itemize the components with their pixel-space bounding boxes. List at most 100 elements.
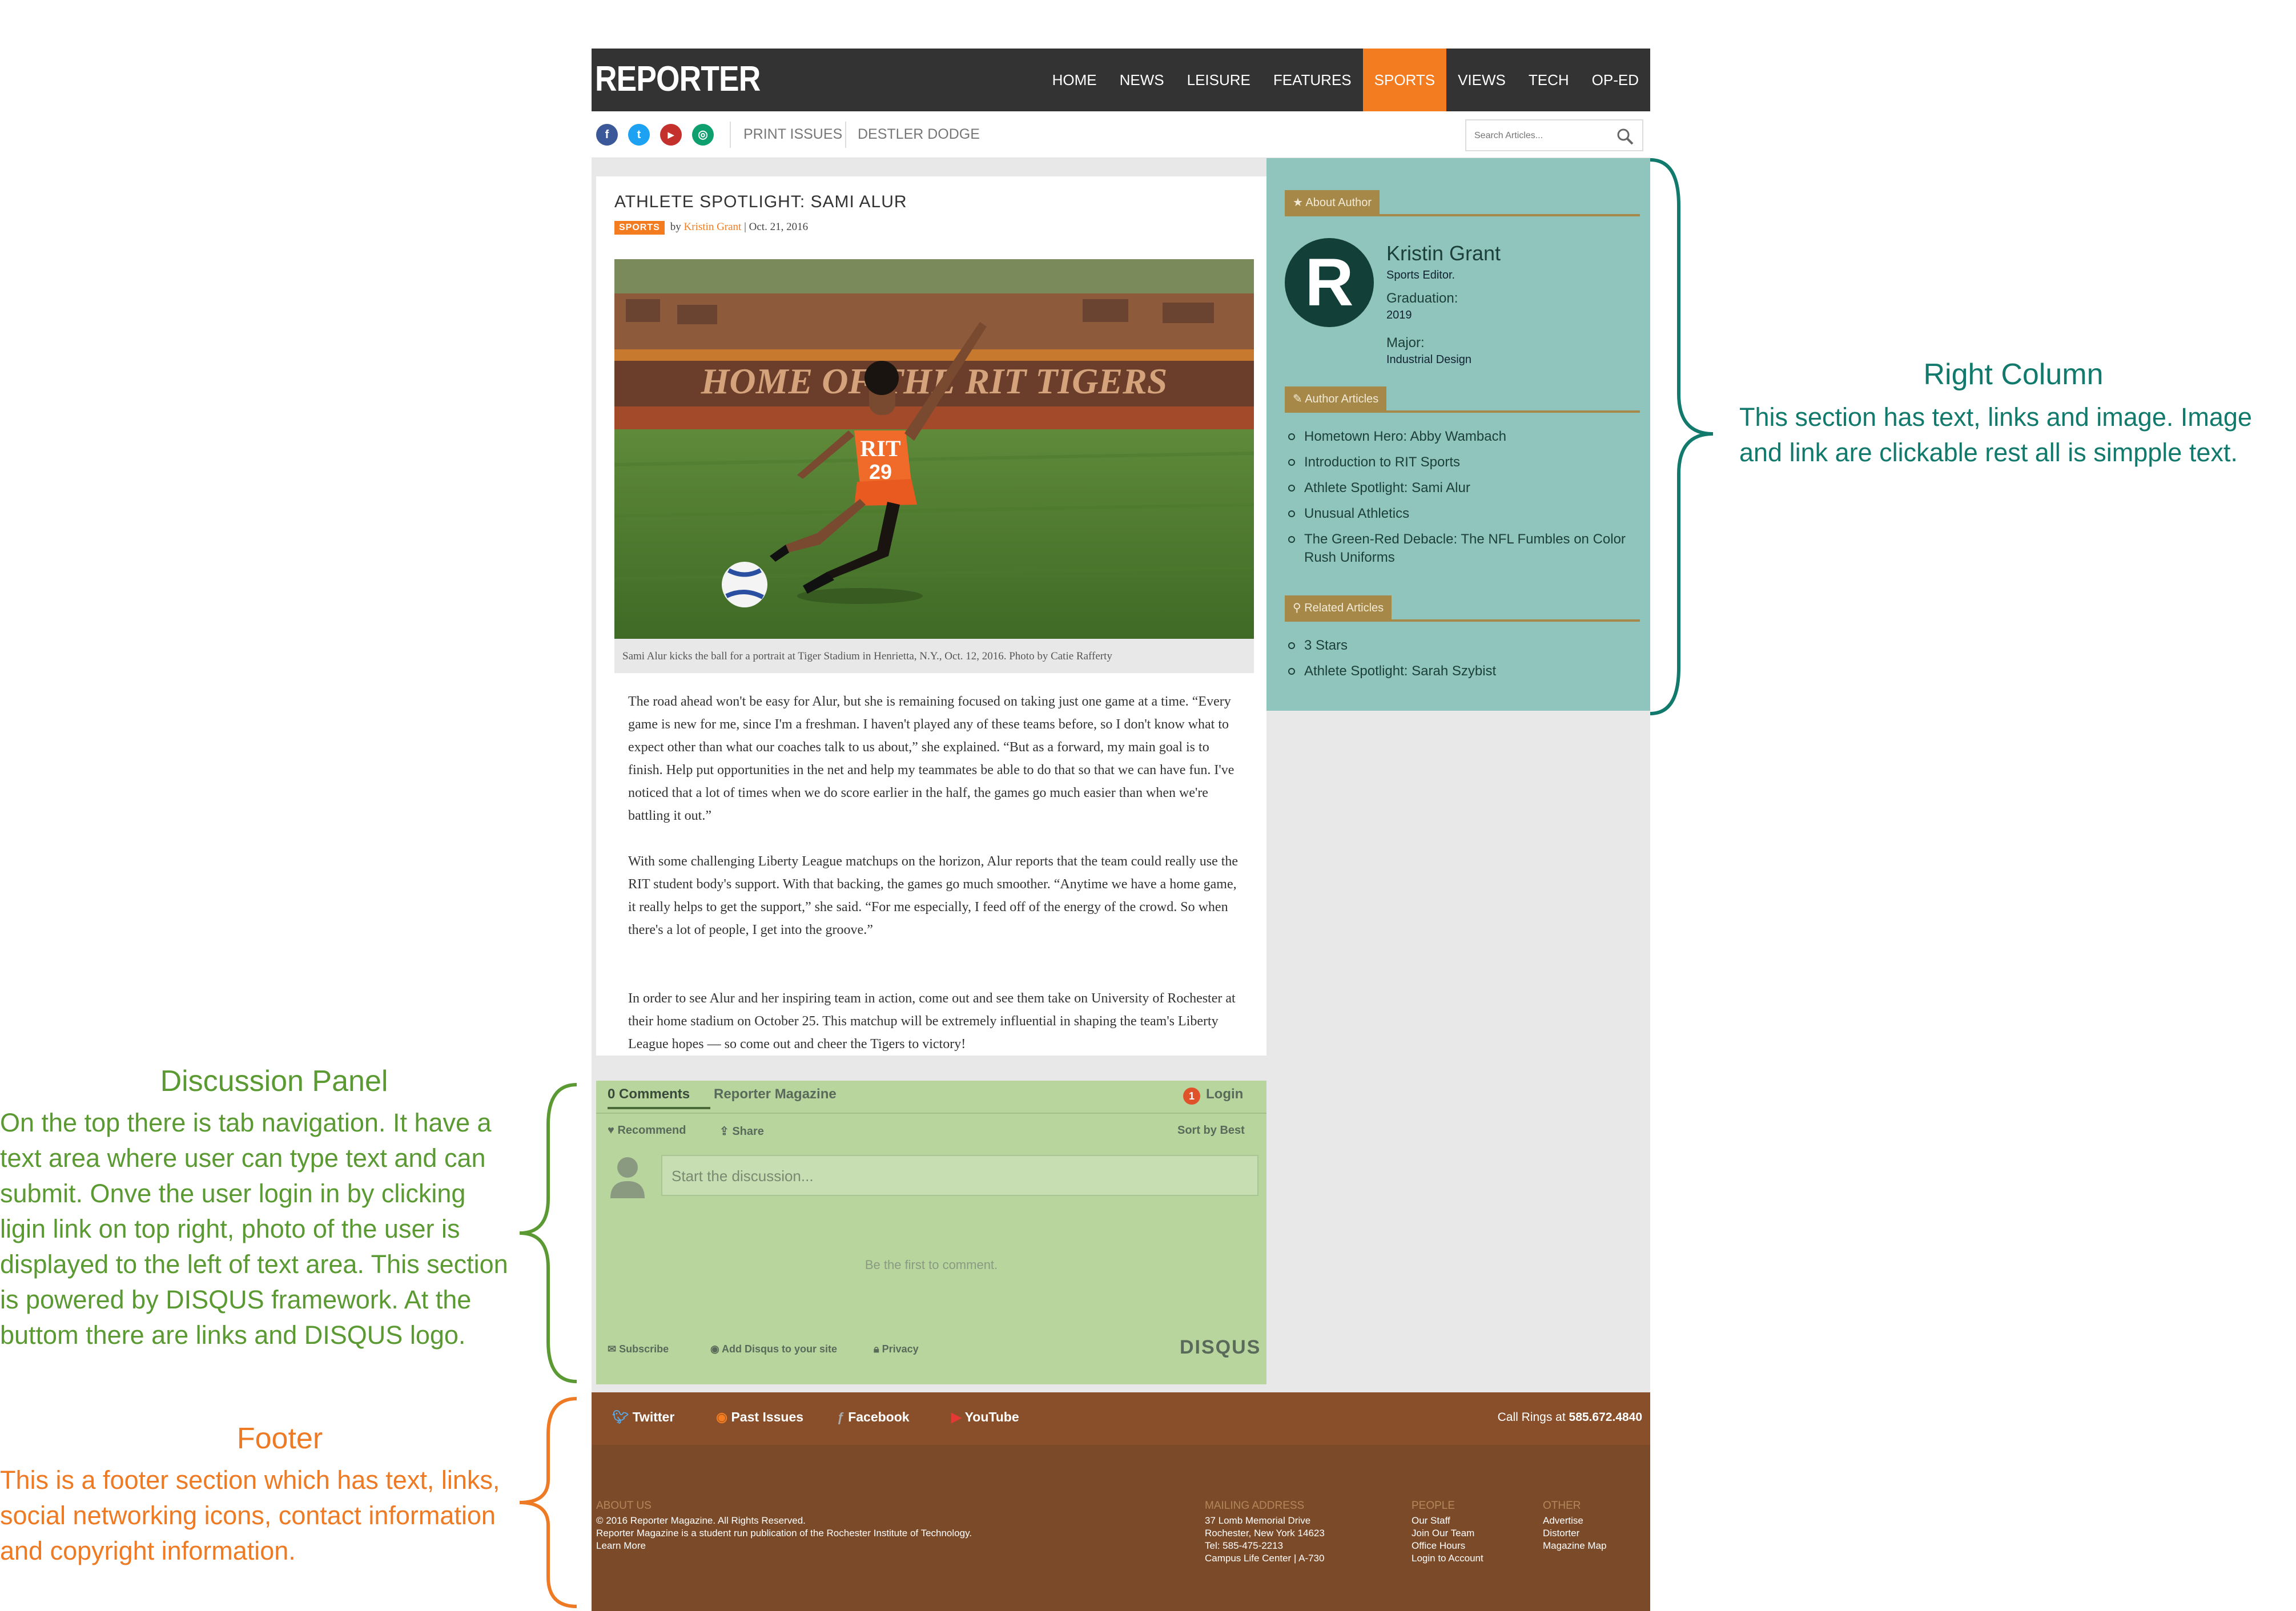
category-badge[interactable]: SPORTS (614, 221, 665, 235)
star-icon: ★ (1293, 196, 1306, 209)
right-column: ★ About Author R Kristin Grant Sports Ed… (1266, 158, 1650, 711)
comment-placeholder: Start the discussion... (671, 1167, 814, 1185)
other-link[interactable]: Distorter (1543, 1527, 1579, 1540)
sort-dropdown[interactable]: Sort by Best (1177, 1124, 1245, 1137)
footer-facebook-link[interactable]: ƒ Facebook (837, 1409, 910, 1425)
pencil-icon: ✎ (1293, 393, 1305, 405)
active-tab-indicator (608, 1107, 710, 1109)
section-divider (1285, 214, 1640, 216)
photo-caption: Sami Alur kicks the ball for a portrait … (614, 639, 1254, 673)
graduation-value: 2019 (1386, 309, 1412, 321)
facebook-icon: ƒ (837, 1409, 849, 1424)
section-divider (1285, 410, 1640, 413)
about-author-tab: ★ About Author (1285, 190, 1380, 215)
add-disqus-link[interactable]: ◉ Add Disqus to your site (710, 1343, 837, 1355)
nav-views[interactable]: VIEWS (1446, 49, 1517, 111)
author-avatar[interactable]: R (1285, 238, 1374, 327)
nav-tech[interactable]: TECH (1517, 49, 1581, 111)
other-link[interactable]: Advertise (1543, 1515, 1583, 1527)
footer-past-issues-link[interactable]: ◉ Past Issues (716, 1409, 803, 1425)
learn-more-link[interactable]: Learn More (596, 1540, 646, 1552)
divider (730, 122, 731, 148)
rss-icon: ◉ (716, 1409, 731, 1424)
author-article-link[interactable]: Introduction to RIT Sports (1304, 453, 1460, 472)
people-link[interactable]: Office Hours (1412, 1540, 1465, 1552)
right-column-annotation-line: and link are clickable rest all is simpp… (1739, 438, 2238, 467)
discussion-annotation-title: Discussion Panel (160, 1065, 388, 1098)
about-text: Reporter Magazine is a student run publi… (596, 1528, 972, 1538)
article-photo: HOME OF THE RIT TIGERS RIT 29 (614, 259, 1254, 639)
search-input[interactable] (1474, 128, 1611, 143)
share-icon: ⇪ (719, 1125, 733, 1138)
related-article-link[interactable]: Athlete Spotlight: Sarah Szybist (1304, 662, 1496, 680)
mailing-heading: MAILING ADDRESS (1205, 1500, 1305, 1512)
discussion-annotation-line: submit. Onve the user login in by clicki… (0, 1179, 466, 1208)
footer-twitter-link[interactable]: 🐦︎ Twitter (612, 1409, 674, 1425)
youtube-icon: ▶ (951, 1409, 965, 1424)
instagram-icon[interactable]: ◎ (692, 124, 714, 146)
soccer-player-photo: HOME OF THE RIT TIGERS RIT 29 (614, 259, 1254, 639)
address-line: Rochester, New York 14623 (1205, 1528, 1325, 1538)
article-paragraph: With some challenging Liberty League mat… (628, 854, 1239, 937)
nav-leisure[interactable]: LEISURE (1176, 49, 1262, 111)
facebook-icon[interactable]: f (596, 124, 618, 146)
footer-annotation-title: Footer (236, 1422, 323, 1455)
author-name: Kristin Grant (1386, 241, 1501, 265)
twitter-icon: 🐦︎ (612, 1409, 633, 1424)
comment-textarea[interactable]: Start the discussion... (661, 1155, 1258, 1196)
contact-phone: Call Rings at 585.672.4840 (1497, 1411, 1642, 1424)
youtube-icon[interactable]: ▶ (660, 124, 682, 146)
right-column-brace (1650, 158, 1714, 715)
top-navigation-bar: REPORTER HOME NEWS LEISURE FEATURES SPOR… (592, 49, 1650, 111)
author-article-link[interactable]: Hometown Hero: Abby Wambach (1304, 428, 1506, 446)
author-link[interactable]: Kristin Grant (684, 221, 742, 233)
lock-icon: 🔒︎ (874, 1343, 882, 1355)
nav-news[interactable]: NEWS (1108, 49, 1176, 111)
author-articles-tab: ✎ Author Articles (1285, 386, 1387, 412)
destler-dodge-link[interactable]: DESTLER DODGE (858, 126, 980, 143)
subscribe-link[interactable]: ✉ Subscribe (608, 1343, 669, 1355)
major-value: Industrial Design (1386, 353, 1471, 366)
major-label: Major: (1386, 335, 1425, 351)
recommend-button[interactable]: ♥ Recommend (608, 1124, 686, 1137)
right-column-annotation-line: This section has text, links and image. … (1739, 402, 2252, 432)
site-logo[interactable]: REPORTER (595, 59, 761, 99)
people-link[interactable]: Login to Account (1412, 1552, 1483, 1565)
author-article-link[interactable]: Athlete Spotlight: Sami Alur (1304, 479, 1470, 497)
nav-home[interactable]: HOME (1041, 49, 1108, 111)
nav-features[interactable]: FEATURES (1262, 49, 1363, 111)
tab-community[interactable]: Reporter Magazine (714, 1086, 837, 1102)
author-article-link[interactable]: Unusual Athletics (1304, 505, 1409, 523)
divider (845, 122, 846, 148)
disqus-icon: ◉ (710, 1343, 722, 1355)
author-article-link[interactable]: The Green-Red Debacle: The NFL Fumbles o… (1304, 530, 1647, 567)
share-button[interactable]: ⇪ Share (719, 1124, 764, 1138)
twitter-icon[interactable]: t (628, 124, 650, 146)
related-article-link[interactable]: 3 Stars (1304, 637, 1348, 655)
people-heading: PEOPLE (1412, 1500, 1455, 1512)
nav-op-ed[interactable]: OP-ED (1581, 49, 1650, 111)
discussion-annotation-line: ligin link on top right, photo of the us… (0, 1214, 460, 1243)
other-link[interactable]: Magazine Map (1543, 1540, 1607, 1552)
link-icon: ⚲ (1293, 602, 1305, 614)
author-role: Sports Editor. (1386, 269, 1455, 281)
notification-badge[interactable]: 1 (1183, 1088, 1200, 1105)
people-link[interactable]: Join Our Team (1412, 1527, 1474, 1540)
nav-sports[interactable]: SPORTS (1362, 49, 1447, 111)
privacy-link[interactable]: 🔒︎ Privacy (874, 1343, 919, 1355)
user-avatar-icon (610, 1157, 645, 1198)
site-footer: 🐦︎ Twitter ◉ Past Issues ƒ Facebook ▶ Yo… (592, 1392, 1650, 1611)
footer-youtube-link[interactable]: ▶ YouTube (951, 1409, 1019, 1425)
discussion-panel: 0 Comments Reporter Magazine 1 Login ♥ R… (596, 1081, 1266, 1384)
other-heading: OTHER (1543, 1500, 1581, 1512)
tab-comments[interactable]: 0 Comments (608, 1086, 690, 1102)
bullet-icon (1288, 668, 1295, 675)
search-icon[interactable] (1616, 127, 1634, 146)
people-link[interactable]: Our Staff (1412, 1515, 1450, 1527)
disqus-logo[interactable]: DISQUS (1180, 1336, 1261, 1359)
soccer-ball (722, 562, 767, 607)
print-issues-link[interactable]: PRINT ISSUES (743, 126, 842, 143)
discussion-annotation-line: is powered by DISQUS framework. At the (0, 1285, 472, 1314)
article-meta: SPORTS by Kristin Grant | Oct. 21, 2016 (614, 221, 808, 235)
login-link[interactable]: Login (1206, 1086, 1243, 1102)
